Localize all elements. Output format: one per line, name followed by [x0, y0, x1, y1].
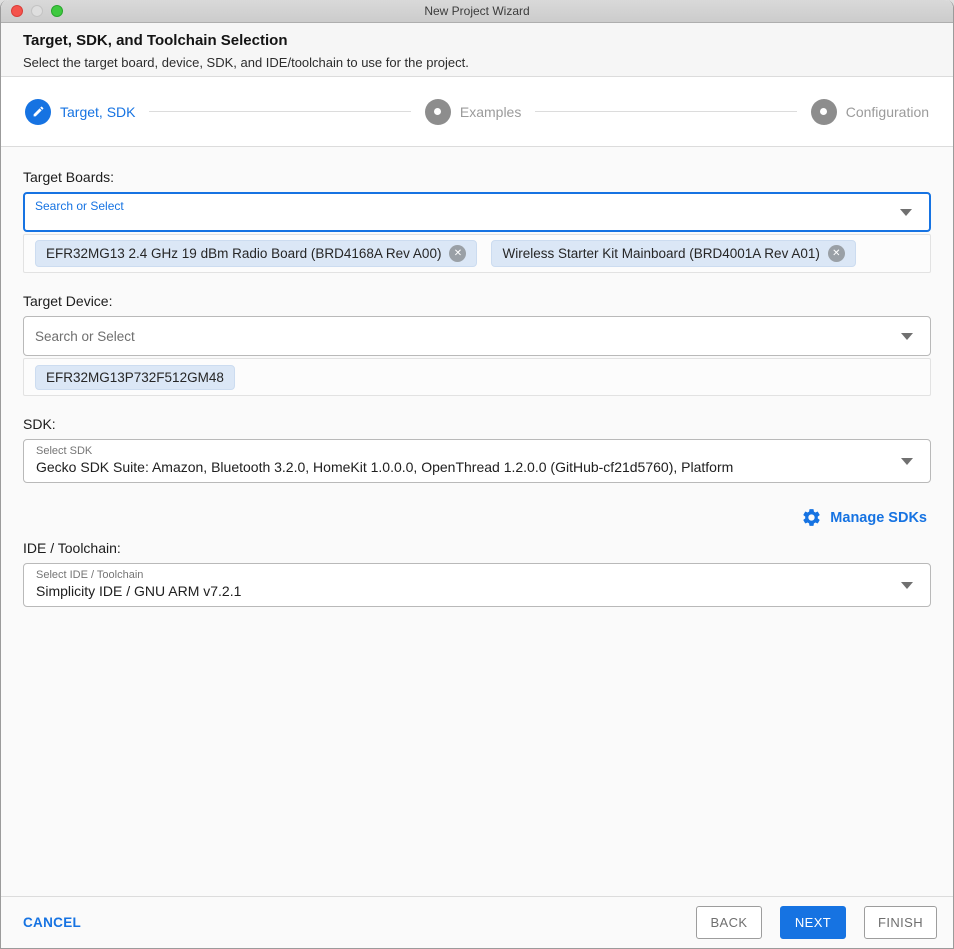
page-subtitle: Select the target board, device, SDK, an… [23, 55, 469, 70]
wizard-header: Target, SDK, and Toolchain Selection Sel… [1, 23, 953, 77]
step-label-configuration: Configuration [845, 103, 930, 120]
back-button[interactable]: BACK [695, 906, 762, 939]
new-project-wizard-window: New Project Wizard Target, SDK, and Tool… [0, 0, 954, 949]
wizard-stepper: Target, SDK Examples Configuration [1, 77, 953, 147]
target-boards-chip-tray: EFR32MG13 2.4 GHz 19 dBm Radio Board (BR… [23, 234, 931, 273]
wizard-content: Target Boards: Search or Select EFR32MG1… [1, 147, 953, 896]
page-title: Target, SDK, and Toolchain Selection [23, 32, 288, 49]
step-configuration[interactable]: Configuration [810, 98, 930, 125]
board-chip: EFR32MG13 2.4 GHz 19 dBm Radio Board (BR… [35, 240, 478, 267]
ide-toolchain-select-value: Simplicity IDE / GNU ARM v7.2.1 [36, 583, 242, 599]
target-boards-section: Target Boards: Search or Select EFR32MG1… [23, 169, 931, 273]
window-title: New Project Wizard [424, 4, 530, 18]
stepper-connector [149, 111, 411, 112]
gear-icon [803, 509, 820, 526]
ide-toolchain-section: IDE / Toolchain: Select IDE / Toolchain … [23, 540, 931, 607]
chevron-down-icon [900, 209, 912, 216]
step-examples[interactable]: Examples [424, 98, 522, 125]
target-device-search-input[interactable] [24, 317, 930, 355]
step-label-examples: Examples [459, 103, 522, 120]
remove-chip-icon[interactable]: ✕ [827, 245, 845, 262]
target-boards-placeholder: Search or Select [35, 199, 124, 213]
manage-sdks-link[interactable]: Manage SDKs [23, 507, 927, 528]
sdk-select-value: Gecko SDK Suite: Amazon, Bluetooth 3.2.0… [36, 459, 734, 475]
board-chip-label: EFR32MG13 2.4 GHz 19 dBm Radio Board (BR… [46, 246, 442, 261]
stepper-connector [535, 111, 797, 112]
chevron-down-icon [901, 582, 913, 589]
cancel-button[interactable]: CANCEL [23, 915, 81, 930]
step-target-sdk[interactable]: Target, SDK [25, 98, 136, 125]
sdk-label: SDK: [23, 416, 56, 432]
target-boards-label: Target Boards: [23, 169, 115, 185]
dot-icon [810, 98, 837, 125]
target-device-combobox[interactable] [23, 316, 931, 356]
ide-toolchain-select-caption: Select IDE / Toolchain [36, 569, 144, 581]
ide-toolchain-select[interactable]: Select IDE / Toolchain Simplicity IDE / … [23, 563, 931, 607]
remove-chip-icon[interactable]: ✕ [449, 245, 467, 262]
step-label-target-sdk: Target, SDK [60, 103, 136, 120]
chevron-down-icon [901, 333, 913, 340]
next-button[interactable]: NEXT [779, 906, 846, 939]
sdk-section: SDK: Select SDK Gecko SDK Suite: Amazon,… [23, 416, 931, 528]
sdk-select[interactable]: Select SDK Gecko SDK Suite: Amazon, Blue… [23, 439, 931, 483]
finish-button[interactable]: FINISH [863, 906, 937, 939]
manage-sdks-label: Manage SDKs [830, 509, 927, 526]
footer-buttons: BACK NEXT FINISH [695, 906, 937, 939]
ide-toolchain-label: IDE / Toolchain: [23, 540, 121, 556]
target-device-section: Target Device: EFR32MG13P732F512GM48 [23, 293, 931, 396]
target-device-chip-tray: EFR32MG13P732F512GM48 [23, 358, 931, 396]
pencil-icon [25, 98, 51, 125]
device-chip: EFR32MG13P732F512GM48 [35, 364, 235, 390]
dot-icon [424, 98, 451, 125]
board-chip-label: Wireless Starter Kit Mainboard (BRD4001A… [502, 246, 820, 261]
wizard-footer: CANCEL BACK NEXT FINISH [1, 896, 953, 948]
target-device-label: Target Device: [23, 293, 113, 309]
sdk-select-caption: Select SDK [36, 445, 93, 457]
target-boards-combobox[interactable]: Search or Select [23, 192, 931, 232]
device-chip-label: EFR32MG13P732F512GM48 [46, 369, 224, 385]
board-chip: Wireless Starter Kit Mainboard (BRD4001A… [491, 240, 856, 267]
titlebar: New Project Wizard [1, 0, 953, 23]
chevron-down-icon [901, 458, 913, 465]
